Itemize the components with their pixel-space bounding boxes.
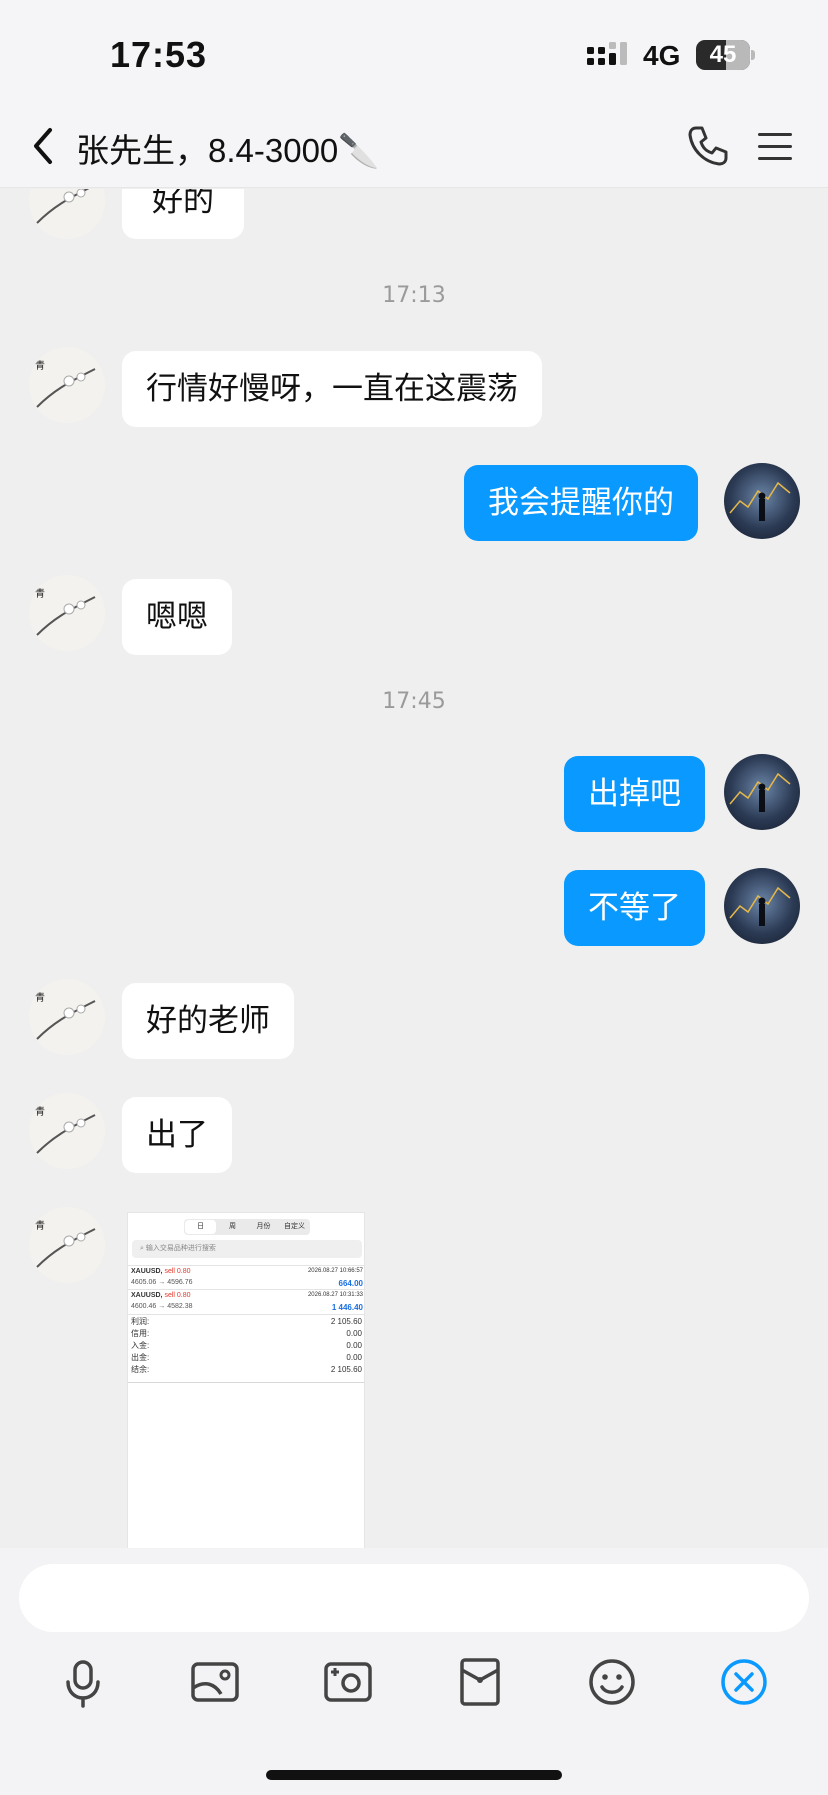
shot-tabs: 日 周 月份 自定义 [184,1219,310,1235]
message-input[interactable] [19,1564,809,1632]
trade-prices: 4605.06 → 4596.76 [131,1279,193,1286]
shot-search: ⌕ 输入交易品种进行搜索 [132,1240,362,1258]
svg-text:青: 青 [35,1105,45,1118]
camera-icon[interactable] [320,1654,376,1710]
trade-symbol: XAUUSD, [131,1292,163,1299]
chevron-left-icon[interactable] [28,124,58,168]
network-type: 4G [643,40,681,71]
shot-search-placeholder: 输入交易品种进行搜索 [145,1245,216,1252]
emoji-icon[interactable] [584,1654,640,1710]
shot-summary: 利润: 2 105.60 信用: 0.00 入金: 0.00 出金: 0.00 结余: 2… [131,1316,362,1376]
image-message[interactable]: 日 周 月份 自定义 ⌕ 输入交易品种进行搜索 XAUUSD, sell 0.8… [127,1212,365,1549]
contact-avatar[interactable]: 青 [29,979,105,1055]
summary-value: 2 105.60 [330,1365,362,1374]
gallery-icon[interactable] [187,1654,243,1710]
shot-tab: 月份 [256,1223,271,1230]
shot-tab: 自定义 [284,1223,305,1230]
status-time: 17:53 [110,34,208,75]
message-bubble[interactable]: 出了 [122,1097,232,1173]
summary-value: 2 105.60 [330,1317,362,1326]
svg-text:青: 青 [35,587,45,600]
red-packet-icon[interactable] [452,1654,508,1710]
summary-value: 0.00 [346,1329,362,1338]
battery-level: 45 [709,41,737,68]
summary-value: 0.00 [346,1353,362,1362]
summary-label: 入金: [131,1341,150,1350]
chat-title: 张先生，8.4-3000🔪 [76,132,380,169]
close-circle-icon[interactable] [716,1654,772,1710]
home-indicator[interactable] [266,1770,562,1780]
message-bubble[interactable]: 出掉吧 [564,756,705,832]
summary-value: 0.00 [346,1341,362,1350]
battery-icon: 45 [696,40,750,70]
my-avatar[interactable] [724,868,800,944]
summary-label: 利润: [131,1317,150,1326]
phone-icon[interactable] [686,124,730,168]
trade-date: 2026.08.27 10:31:33 [307,1292,363,1298]
trade-profit: 1 446.40 [331,1303,363,1312]
trade-symbol: XAUUSD, [131,1268,163,1275]
message-bubble[interactable]: 行情好慢呀，一直在这震荡 [122,351,542,427]
battery-cap [751,50,755,60]
message-list[interactable]: 青 好的 17:13 青 行情好慢呀，一直在这震荡 我会提醒你的 青 嗯嗯 17… [0,189,828,1549]
signal-icon [587,42,627,65]
time-stamp: 17:45 [382,689,446,714]
summary-label: 信用: [131,1329,150,1338]
message-bubble[interactable]: 嗯嗯 [122,579,232,655]
contact-avatar[interactable]: 青 [29,189,105,239]
shot-tab: 日 [185,1220,216,1234]
contact-avatar[interactable]: 青 [29,347,105,423]
trade-row: XAUUSD, sell 0.80 2026.08.27 10:31:33 46… [128,1289,364,1313]
menu-icon[interactable] [756,130,794,164]
time-stamp: 17:13 [382,283,446,308]
trade-prices: 4600.46 → 4582.38 [131,1303,193,1310]
shot-tab: 周 [229,1223,236,1230]
summary-label: 出金: [131,1353,150,1362]
contact-avatar[interactable]: 青 [29,575,105,651]
trade-row: XAUUSD, sell 0.80 2026.08.27 10:66:57 46… [128,1265,364,1289]
svg-text:青: 青 [35,359,45,372]
message-bubble[interactable]: 我会提醒你的 [464,465,698,541]
trade-profit: 664.00 [338,1279,363,1288]
composer [0,1548,828,1795]
summary-label: 结余: [131,1365,150,1374]
my-avatar[interactable] [724,463,800,539]
message-bubble[interactable]: 好的 [122,189,244,239]
contact-avatar[interactable]: 青 [29,1207,105,1283]
svg-text:青: 青 [35,1219,45,1232]
contact-avatar[interactable]: 青 [29,1093,105,1169]
svg-text:青: 青 [35,991,45,1004]
trade-side: sell 0.80 [164,1292,191,1299]
trade-date: 2026.08.27 10:66:57 [307,1268,363,1274]
my-avatar[interactable] [724,754,800,830]
status-bar: 17:53 4G 45 [0,0,828,108]
chat-header: 张先生，8.4-3000🔪 [0,108,828,188]
microphone-icon[interactable] [55,1654,111,1710]
message-bubble[interactable]: 好的老师 [122,983,294,1059]
trade-side: sell 0.80 [164,1268,191,1275]
message-bubble[interactable]: 不等了 [564,870,705,946]
